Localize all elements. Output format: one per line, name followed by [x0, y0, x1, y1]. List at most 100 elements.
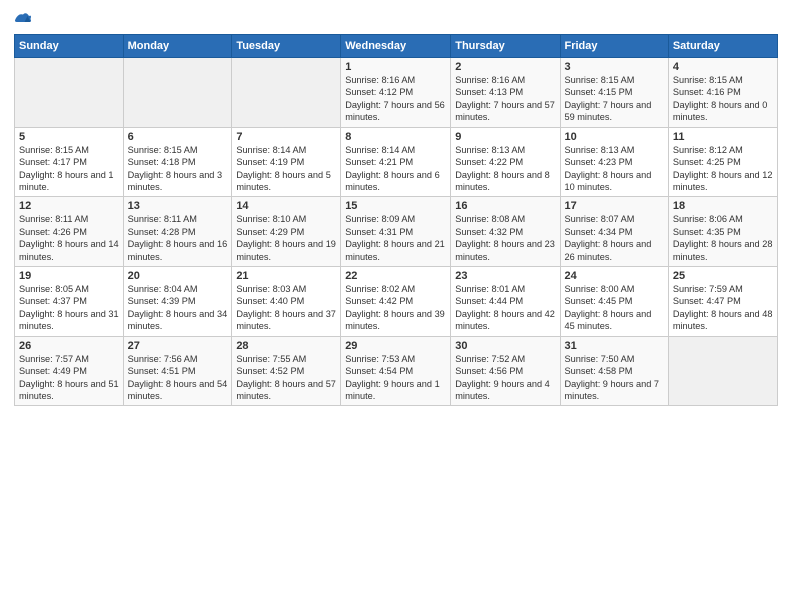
day-number: 24 [565, 270, 664, 282]
weekday-header-thursday: Thursday [451, 35, 560, 58]
calendar-cell [232, 58, 341, 128]
day-info: Sunrise: 8:07 AM Sunset: 4:34 PM Dayligh… [565, 213, 664, 263]
weekday-header-row: SundayMondayTuesdayWednesdayThursdayFrid… [15, 35, 778, 58]
logo-icon [14, 10, 32, 28]
day-number: 5 [19, 131, 119, 143]
week-row-5: 26Sunrise: 7:57 AM Sunset: 4:49 PM Dayli… [15, 336, 778, 406]
day-info: Sunrise: 8:11 AM Sunset: 4:26 PM Dayligh… [19, 213, 119, 263]
week-row-3: 12Sunrise: 8:11 AM Sunset: 4:26 PM Dayli… [15, 197, 778, 267]
calendar-cell: 27Sunrise: 7:56 AM Sunset: 4:51 PM Dayli… [123, 336, 232, 406]
day-info: Sunrise: 8:15 AM Sunset: 4:15 PM Dayligh… [565, 74, 664, 124]
day-number: 11 [673, 131, 773, 143]
day-info: Sunrise: 8:01 AM Sunset: 4:44 PM Dayligh… [455, 283, 555, 333]
day-info: Sunrise: 8:09 AM Sunset: 4:31 PM Dayligh… [345, 213, 446, 263]
weekday-header-saturday: Saturday [668, 35, 777, 58]
day-info: Sunrise: 8:06 AM Sunset: 4:35 PM Dayligh… [673, 213, 773, 263]
day-info: Sunrise: 8:13 AM Sunset: 4:23 PM Dayligh… [565, 144, 664, 194]
header [14, 10, 778, 28]
weekday-header-sunday: Sunday [15, 35, 124, 58]
day-number: 25 [673, 270, 773, 282]
calendar-table: SundayMondayTuesdayWednesdayThursdayFrid… [14, 34, 778, 406]
calendar-cell: 20Sunrise: 8:04 AM Sunset: 4:39 PM Dayli… [123, 267, 232, 337]
weekday-header-wednesday: Wednesday [341, 35, 451, 58]
logo [14, 10, 34, 28]
day-number: 8 [345, 131, 446, 143]
day-info: Sunrise: 8:15 AM Sunset: 4:16 PM Dayligh… [673, 74, 773, 124]
day-number: 27 [128, 340, 228, 352]
day-info: Sunrise: 8:16 AM Sunset: 4:13 PM Dayligh… [455, 74, 555, 124]
calendar-cell: 29Sunrise: 7:53 AM Sunset: 4:54 PM Dayli… [341, 336, 451, 406]
calendar-cell: 7Sunrise: 8:14 AM Sunset: 4:19 PM Daylig… [232, 127, 341, 197]
day-info: Sunrise: 8:02 AM Sunset: 4:42 PM Dayligh… [345, 283, 446, 333]
calendar-cell: 13Sunrise: 8:11 AM Sunset: 4:28 PM Dayli… [123, 197, 232, 267]
calendar-cell [123, 58, 232, 128]
day-number: 7 [236, 131, 336, 143]
day-number: 23 [455, 270, 555, 282]
day-number: 18 [673, 200, 773, 212]
day-info: Sunrise: 7:56 AM Sunset: 4:51 PM Dayligh… [128, 353, 228, 403]
day-info: Sunrise: 8:15 AM Sunset: 4:17 PM Dayligh… [19, 144, 119, 194]
day-number: 30 [455, 340, 555, 352]
calendar-cell: 23Sunrise: 8:01 AM Sunset: 4:44 PM Dayli… [451, 267, 560, 337]
calendar-cell: 8Sunrise: 8:14 AM Sunset: 4:21 PM Daylig… [341, 127, 451, 197]
calendar-cell: 26Sunrise: 7:57 AM Sunset: 4:49 PM Dayli… [15, 336, 124, 406]
weekday-header-tuesday: Tuesday [232, 35, 341, 58]
day-number: 1 [345, 61, 446, 73]
calendar-cell: 15Sunrise: 8:09 AM Sunset: 4:31 PM Dayli… [341, 197, 451, 267]
day-info: Sunrise: 7:57 AM Sunset: 4:49 PM Dayligh… [19, 353, 119, 403]
day-number: 21 [236, 270, 336, 282]
day-info: Sunrise: 8:15 AM Sunset: 4:18 PM Dayligh… [128, 144, 228, 194]
weekday-header-friday: Friday [560, 35, 668, 58]
calendar-cell: 18Sunrise: 8:06 AM Sunset: 4:35 PM Dayli… [668, 197, 777, 267]
day-number: 13 [128, 200, 228, 212]
day-info: Sunrise: 8:16 AM Sunset: 4:12 PM Dayligh… [345, 74, 446, 124]
calendar-cell: 4Sunrise: 8:15 AM Sunset: 4:16 PM Daylig… [668, 58, 777, 128]
calendar-cell: 17Sunrise: 8:07 AM Sunset: 4:34 PM Dayli… [560, 197, 668, 267]
calendar-cell: 11Sunrise: 8:12 AM Sunset: 4:25 PM Dayli… [668, 127, 777, 197]
calendar-cell: 16Sunrise: 8:08 AM Sunset: 4:32 PM Dayli… [451, 197, 560, 267]
calendar-cell: 1Sunrise: 8:16 AM Sunset: 4:12 PM Daylig… [341, 58, 451, 128]
day-number: 12 [19, 200, 119, 212]
day-number: 19 [19, 270, 119, 282]
calendar-cell [15, 58, 124, 128]
calendar-cell: 12Sunrise: 8:11 AM Sunset: 4:26 PM Dayli… [15, 197, 124, 267]
page-container: SundayMondayTuesdayWednesdayThursdayFrid… [0, 0, 792, 412]
calendar-cell: 10Sunrise: 8:13 AM Sunset: 4:23 PM Dayli… [560, 127, 668, 197]
day-info: Sunrise: 8:14 AM Sunset: 4:21 PM Dayligh… [345, 144, 446, 194]
day-number: 16 [455, 200, 555, 212]
day-number: 15 [345, 200, 446, 212]
calendar-cell: 25Sunrise: 7:59 AM Sunset: 4:47 PM Dayli… [668, 267, 777, 337]
day-info: Sunrise: 8:00 AM Sunset: 4:45 PM Dayligh… [565, 283, 664, 333]
calendar-cell: 19Sunrise: 8:05 AM Sunset: 4:37 PM Dayli… [15, 267, 124, 337]
day-info: Sunrise: 7:59 AM Sunset: 4:47 PM Dayligh… [673, 283, 773, 333]
day-info: Sunrise: 8:03 AM Sunset: 4:40 PM Dayligh… [236, 283, 336, 333]
day-number: 9 [455, 131, 555, 143]
day-info: Sunrise: 8:10 AM Sunset: 4:29 PM Dayligh… [236, 213, 336, 263]
day-number: 20 [128, 270, 228, 282]
day-info: Sunrise: 8:12 AM Sunset: 4:25 PM Dayligh… [673, 144, 773, 194]
day-info: Sunrise: 8:14 AM Sunset: 4:19 PM Dayligh… [236, 144, 336, 194]
day-info: Sunrise: 8:05 AM Sunset: 4:37 PM Dayligh… [19, 283, 119, 333]
day-number: 6 [128, 131, 228, 143]
day-info: Sunrise: 7:52 AM Sunset: 4:56 PM Dayligh… [455, 353, 555, 403]
calendar-cell: 30Sunrise: 7:52 AM Sunset: 4:56 PM Dayli… [451, 336, 560, 406]
day-number: 31 [565, 340, 664, 352]
day-info: Sunrise: 8:11 AM Sunset: 4:28 PM Dayligh… [128, 213, 228, 263]
calendar-cell: 31Sunrise: 7:50 AM Sunset: 4:58 PM Dayli… [560, 336, 668, 406]
calendar-cell: 22Sunrise: 8:02 AM Sunset: 4:42 PM Dayli… [341, 267, 451, 337]
calendar-cell: 6Sunrise: 8:15 AM Sunset: 4:18 PM Daylig… [123, 127, 232, 197]
day-number: 17 [565, 200, 664, 212]
week-row-2: 5Sunrise: 8:15 AM Sunset: 4:17 PM Daylig… [15, 127, 778, 197]
day-info: Sunrise: 7:53 AM Sunset: 4:54 PM Dayligh… [345, 353, 446, 403]
calendar-cell: 9Sunrise: 8:13 AM Sunset: 4:22 PM Daylig… [451, 127, 560, 197]
day-number: 28 [236, 340, 336, 352]
day-number: 22 [345, 270, 446, 282]
calendar-cell: 14Sunrise: 8:10 AM Sunset: 4:29 PM Dayli… [232, 197, 341, 267]
calendar-cell: 28Sunrise: 7:55 AM Sunset: 4:52 PM Dayli… [232, 336, 341, 406]
calendar-cell: 24Sunrise: 8:00 AM Sunset: 4:45 PM Dayli… [560, 267, 668, 337]
calendar-cell: 21Sunrise: 8:03 AM Sunset: 4:40 PM Dayli… [232, 267, 341, 337]
day-info: Sunrise: 7:50 AM Sunset: 4:58 PM Dayligh… [565, 353, 664, 403]
day-number: 4 [673, 61, 773, 73]
day-info: Sunrise: 8:04 AM Sunset: 4:39 PM Dayligh… [128, 283, 228, 333]
week-row-4: 19Sunrise: 8:05 AM Sunset: 4:37 PM Dayli… [15, 267, 778, 337]
